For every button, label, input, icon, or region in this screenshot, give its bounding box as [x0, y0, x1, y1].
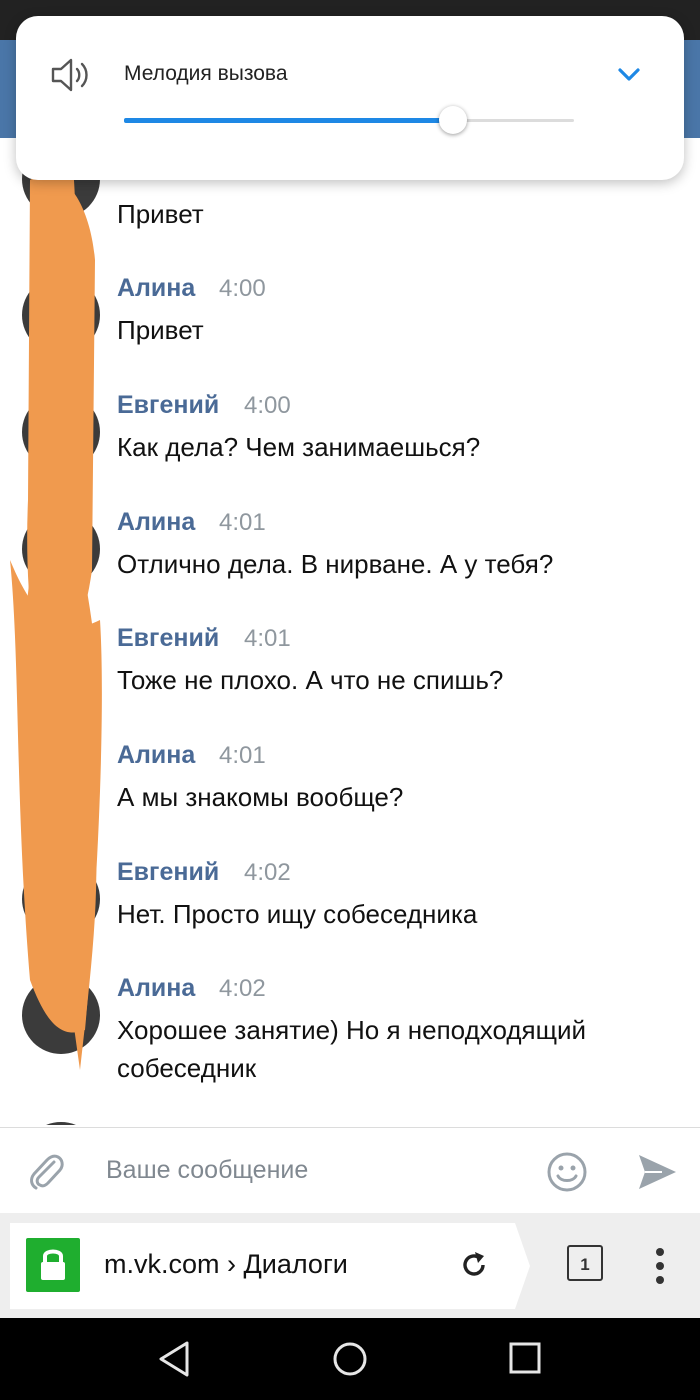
speaker-icon[interactable]	[50, 56, 92, 94]
send-icon[interactable]	[636, 1152, 678, 1192]
message-text: Нет. Просто ищу собеседника	[117, 899, 478, 929]
avatar[interactable]	[22, 626, 100, 704]
paperclip-icon[interactable]	[24, 1150, 66, 1192]
volume-slider-fill	[124, 118, 453, 123]
message-author[interactable]: Алина	[117, 741, 195, 770]
avatar[interactable]	[22, 510, 100, 588]
message-time: 4:01	[244, 625, 291, 652]
message-time: 4:02	[219, 975, 266, 1002]
message-composer	[0, 1127, 700, 1214]
message-time: 4:01	[219, 742, 266, 769]
avatar[interactable]	[22, 393, 100, 471]
message-author[interactable]: Алина	[117, 508, 195, 537]
message-text: Хорошее занятие) Но я неподходящий собес…	[117, 1015, 587, 1083]
avatar[interactable]	[22, 860, 100, 938]
url-text[interactable]: m.vk.com › Диалоги	[104, 1249, 348, 1280]
message-author[interactable]: Евгений	[117, 391, 219, 420]
tabs-button[interactable]: 1	[567, 1245, 603, 1281]
message-author[interactable]: Алина	[117, 274, 195, 303]
message-author[interactable]: Евгений	[117, 624, 219, 653]
lock-icon[interactable]	[26, 1238, 80, 1292]
message-time: 4:01	[219, 509, 266, 536]
message-time: 4:00	[219, 275, 266, 302]
message-text: Привет	[117, 199, 204, 229]
message-text: Тоже не плохо. А что не спишь?	[117, 665, 504, 695]
volume-slider[interactable]	[124, 106, 574, 134]
back-icon[interactable]	[155, 1339, 195, 1379]
more-vert-icon[interactable]	[654, 1246, 666, 1286]
reload-icon[interactable]	[458, 1249, 490, 1281]
message-author[interactable]: Алина	[117, 974, 195, 1003]
smiley-icon[interactable]	[546, 1151, 588, 1193]
chevron-down-icon[interactable]	[616, 66, 642, 84]
message-text: А мы знакомы вообще?	[117, 782, 404, 812]
message-list[interactable]: Евгений 3:59 Привет Алина 4:00 Привет Ев…	[0, 140, 700, 1125]
home-icon[interactable]	[332, 1341, 368, 1377]
volume-stream-label: Мелодия вызова	[124, 62, 288, 85]
message-text: Привет	[117, 315, 204, 345]
message-author[interactable]: Евгений	[117, 858, 219, 887]
volume-panel: Мелодия вызова	[16, 16, 684, 180]
avatar[interactable]	[22, 976, 100, 1054]
avatar[interactable]	[22, 743, 100, 821]
message-time: 4:00	[244, 392, 291, 419]
avatar[interactable]	[22, 276, 100, 354]
message-input[interactable]	[106, 1148, 526, 1192]
volume-slider-thumb[interactable]	[438, 106, 467, 134]
message-text: Отлично дела. В нирване. А у тебя?	[117, 549, 554, 579]
avatar[interactable]	[22, 1122, 100, 1125]
message-time: 4:02	[244, 859, 291, 886]
recent-apps-icon[interactable]	[508, 1341, 542, 1375]
message-text: Как дела? Чем занимаешься?	[117, 432, 481, 462]
